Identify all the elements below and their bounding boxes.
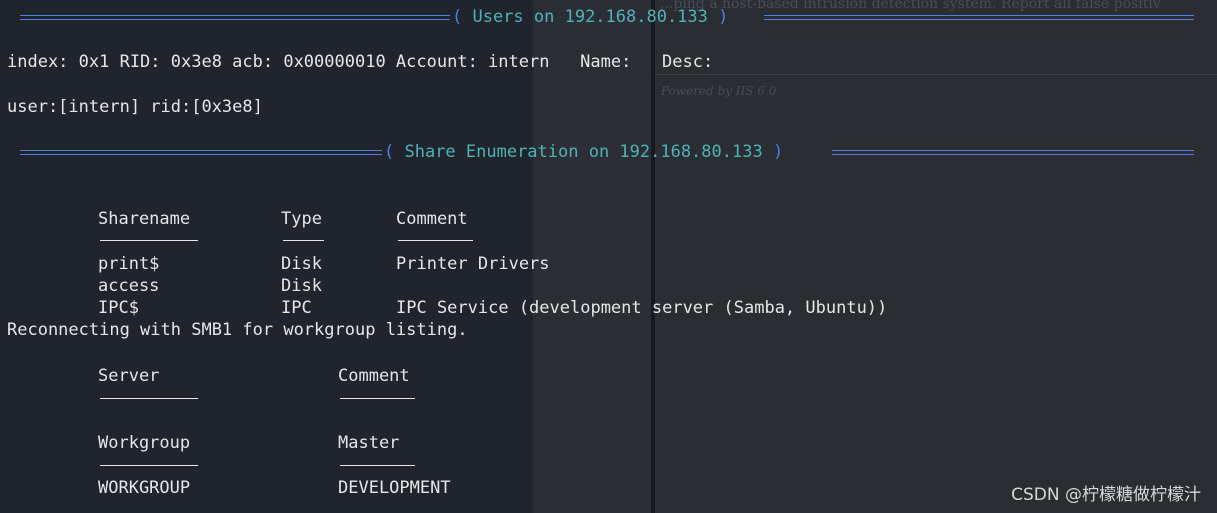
header-comment: Comment [396, 209, 468, 229]
header-type: Type [281, 209, 322, 229]
header-master: Master [338, 433, 400, 453]
heading-rule-left [20, 150, 382, 155]
user-rid-line: user:[intern] rid:[0x3e8] [7, 97, 263, 117]
header-sharename: Sharename [98, 209, 191, 229]
share-enumeration-heading: ( Share Enumeration on 192.168.80.133 ) [384, 142, 784, 162]
mid-window-background [533, 0, 651, 513]
heading-rule-right [832, 150, 1194, 155]
header-underline [100, 240, 198, 241]
header-underline [100, 398, 198, 399]
background-page-text: ...ping a host-based intrusion detection… [660, 0, 1161, 12]
heading-rule-left [20, 15, 450, 20]
csdn-watermark: CSDN @柠檬糖做柠檬汁 [1011, 485, 1201, 505]
reconnect-message: Reconnecting with SMB1 for workgroup lis… [7, 320, 468, 340]
share-row-type: Disk [281, 276, 322, 296]
header-server-comment: Comment [338, 366, 410, 386]
workgroup-row-master: DEVELOPMENT [338, 478, 451, 498]
users-info-line: index: 0x1 RID: 0x3e8 acb: 0x00000010 Ac… [7, 52, 714, 72]
share-row-comment: Printer Drivers [396, 254, 550, 274]
share-row-sharename: print$ [98, 254, 160, 274]
share-row-sharename: access [98, 276, 160, 296]
browser-window-background [655, 0, 1217, 513]
workgroup-row-name: WORKGROUP [98, 478, 191, 498]
background-footer-text: Powered by IIS 6.0 [661, 84, 777, 98]
header-underline [283, 240, 324, 241]
background-divider [655, 74, 1217, 75]
header-underline [100, 465, 198, 466]
header-server: Server [98, 366, 160, 386]
header-underline [340, 398, 415, 399]
share-row-type: Disk [281, 254, 322, 274]
share-row-type: IPC [281, 298, 312, 318]
header-underline [398, 240, 473, 241]
heading-rule-right [764, 15, 1194, 20]
share-row-comment: IPC Service (development server (Samba, … [396, 298, 888, 318]
users-heading: ( Users on 192.168.80.133 ) [452, 7, 729, 27]
header-workgroup: Workgroup [98, 433, 191, 453]
share-row-sharename: IPC$ [98, 298, 139, 318]
header-underline [340, 465, 415, 466]
